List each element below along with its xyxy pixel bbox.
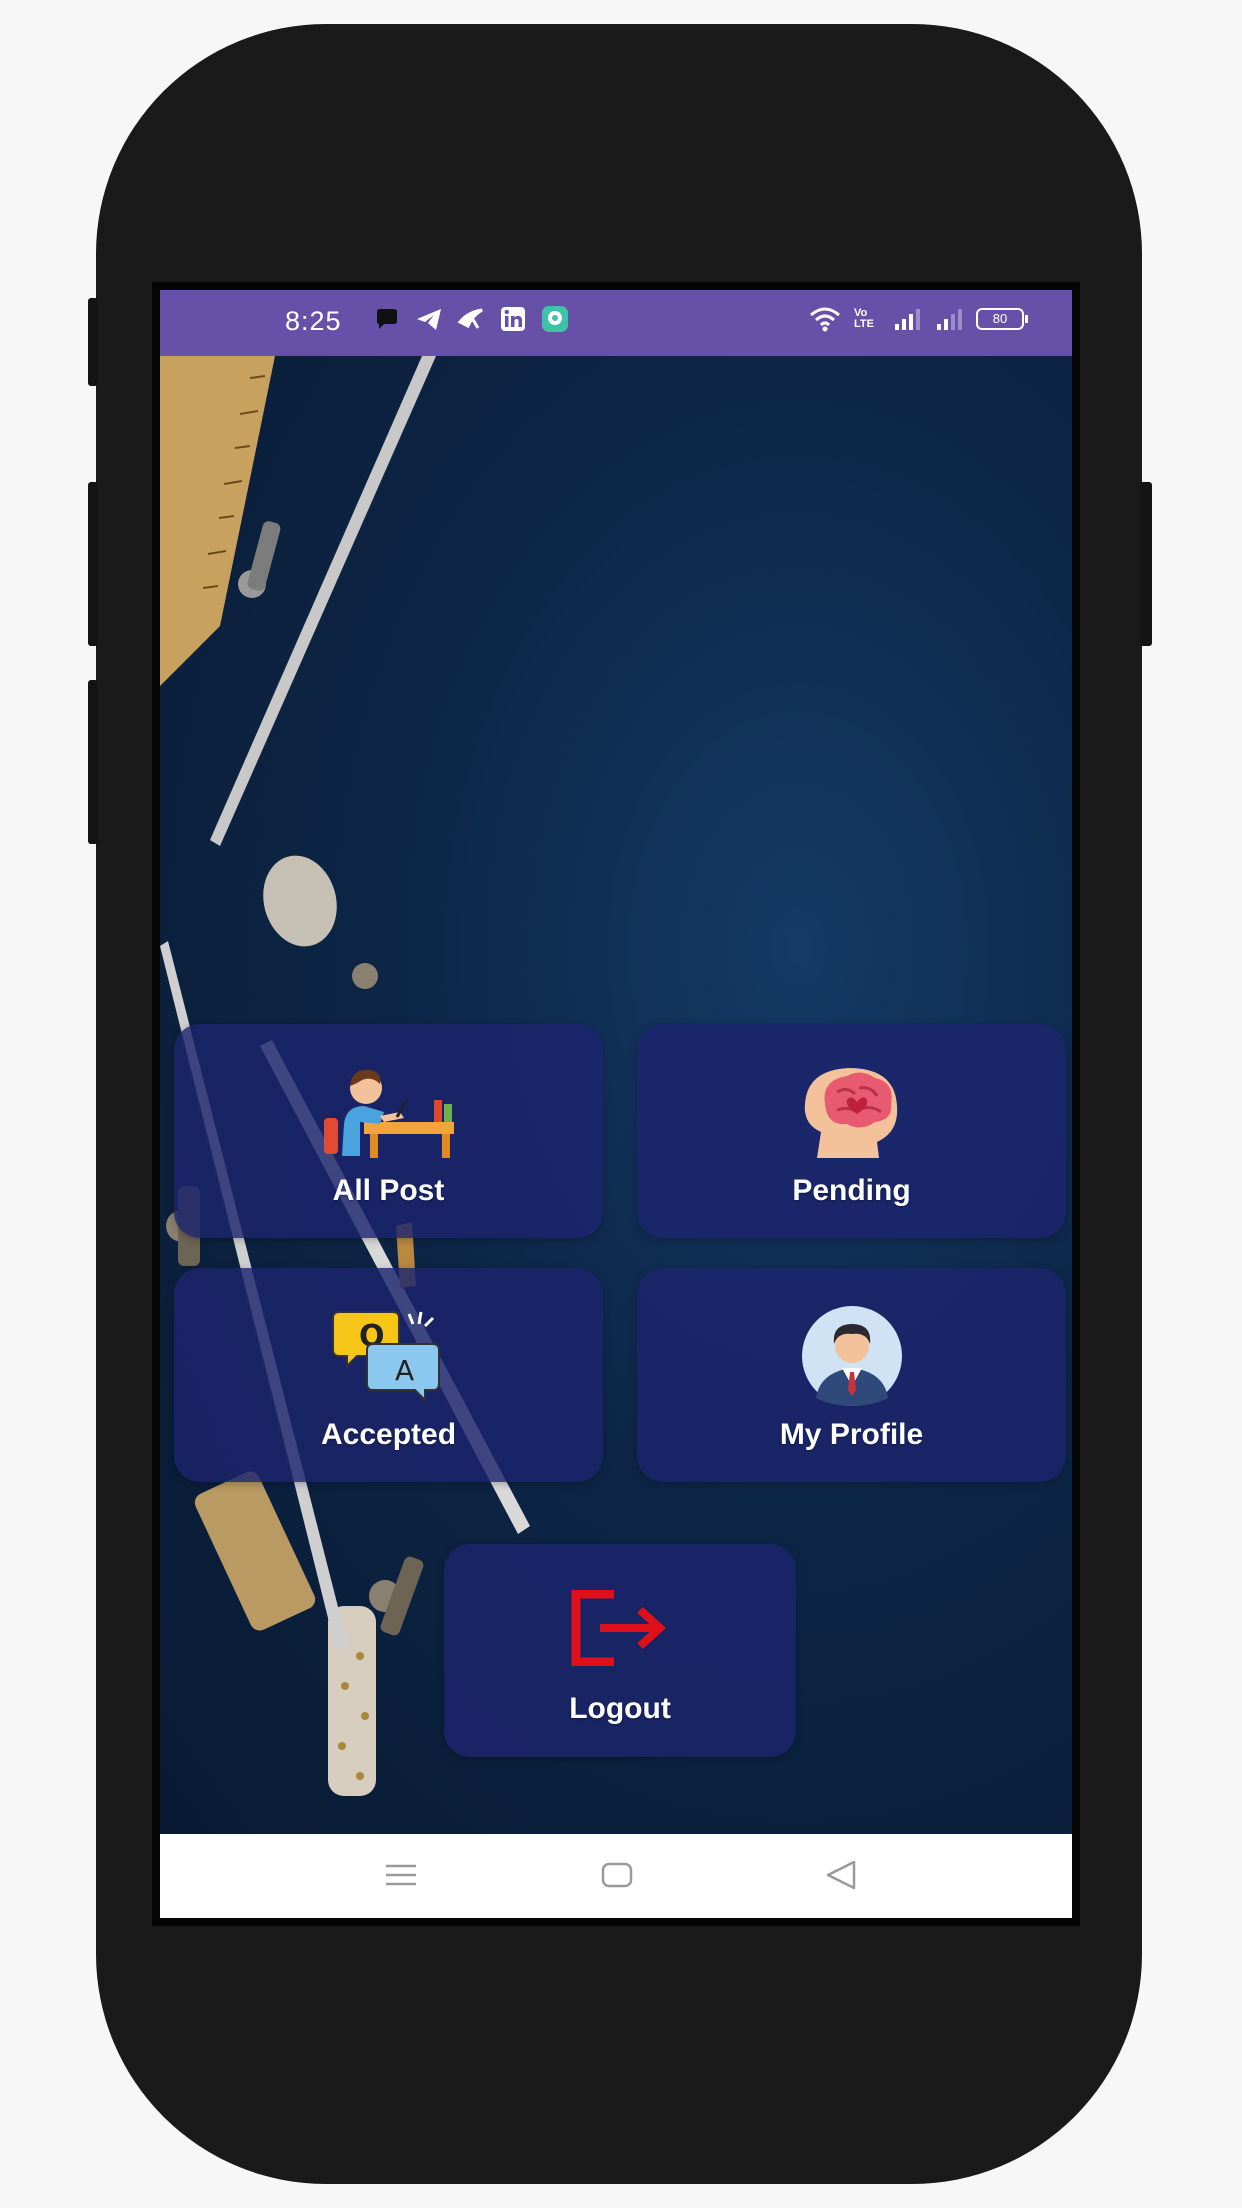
pending-label: Pending bbox=[792, 1174, 911, 1207]
qa-bubbles-icon: Q A bbox=[331, 1311, 440, 1403]
chat-bubble-icon bbox=[377, 309, 397, 329]
svg-text:A: A bbox=[395, 1354, 414, 1387]
my-profile-tile[interactable]: My Profile bbox=[637, 1268, 1066, 1482]
wifi-icon bbox=[810, 307, 840, 332]
status-bar: 8:25 Vo LTE 80 bbox=[160, 290, 1072, 356]
message-app-icon bbox=[542, 306, 568, 332]
telenor-icon bbox=[457, 308, 483, 329]
my-profile-label: My Profile bbox=[779, 1418, 924, 1451]
logout-icon bbox=[571, 1590, 666, 1666]
logout-tile[interactable]: Logout bbox=[444, 1544, 796, 1757]
home-icon[interactable] bbox=[600, 1858, 634, 1892]
notification-icons bbox=[372, 304, 570, 334]
student-desk-icon bbox=[323, 1069, 454, 1158]
linkedin-icon bbox=[501, 307, 525, 331]
avatar-icon bbox=[801, 1306, 902, 1406]
dashboard-background: All Post Pending Q A Accepted My Profile… bbox=[160, 356, 1072, 1834]
phone-side-button bbox=[88, 298, 98, 386]
accepted-tile[interactable]: Q A Accepted bbox=[174, 1268, 603, 1482]
system-status-icons: Vo LTE 80 bbox=[808, 304, 1028, 334]
pending-tile[interactable]: Pending bbox=[637, 1024, 1066, 1238]
logout-label: Logout bbox=[569, 1692, 671, 1725]
phone-side-button bbox=[88, 482, 98, 646]
accepted-label: Accepted bbox=[320, 1418, 457, 1451]
app-screen: 8:25 Vo LTE 80 All Post Pending Q A Acce… bbox=[160, 290, 1072, 1918]
system-navigation-bar bbox=[160, 1834, 1072, 1918]
telegram-icon bbox=[417, 309, 441, 330]
menu-icon[interactable] bbox=[384, 1858, 418, 1892]
signal-strength-icon bbox=[937, 309, 962, 330]
all-post-label: All Post bbox=[332, 1174, 445, 1207]
battery-indicator: 80 bbox=[976, 308, 1028, 330]
phone-side-button bbox=[88, 680, 98, 844]
all-post-tile[interactable]: All Post bbox=[174, 1024, 603, 1238]
volte-indicator: Vo LTE bbox=[854, 307, 874, 330]
back-icon[interactable] bbox=[824, 1858, 858, 1892]
brain-head-icon bbox=[804, 1068, 897, 1158]
status-time: 8:25 bbox=[285, 306, 342, 336]
phone-power-button bbox=[1140, 482, 1152, 646]
signal-strength-icon bbox=[895, 309, 920, 330]
